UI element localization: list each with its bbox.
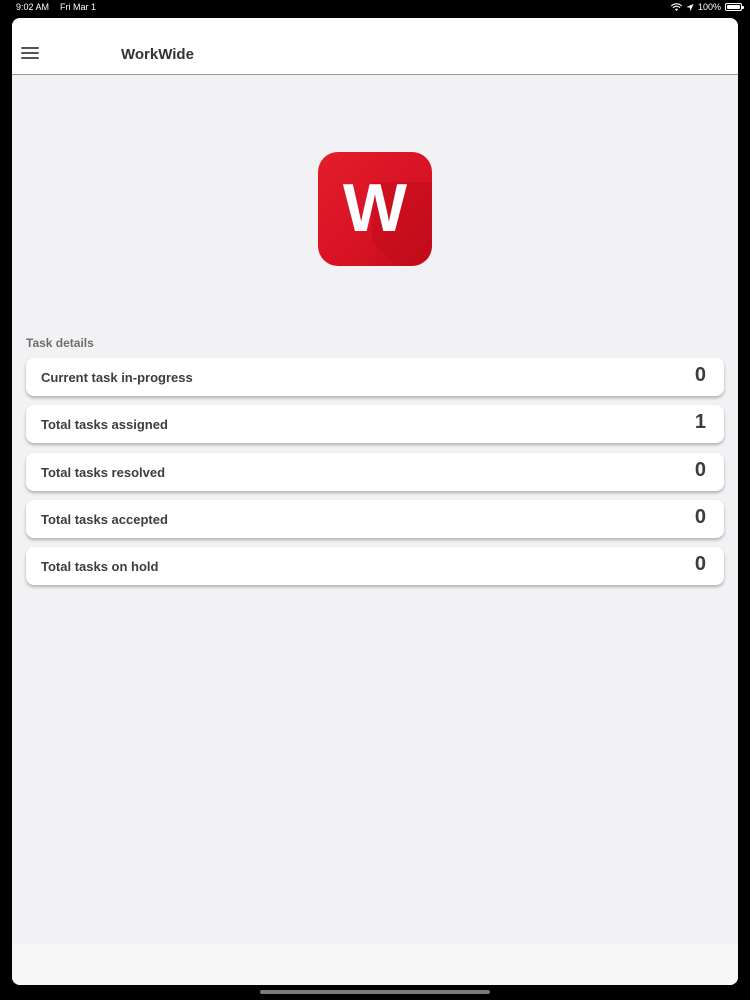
status-time: 9:02 AM <box>16 2 50 12</box>
task-label: Total tasks on hold <box>41 559 159 574</box>
task-count: 0 <box>694 364 706 386</box>
home-indicator[interactable] <box>260 990 490 994</box>
task-label: Current task in-progress <box>41 370 193 385</box>
task-details-list: Current task in-progress 0 Total tasks a… <box>26 358 724 594</box>
wifi-icon <box>671 2 682 11</box>
location-icon <box>686 3 694 11</box>
app-title: WorkWide <box>121 46 194 63</box>
task-card-total-assigned[interactable]: Total tasks assigned 1 <box>26 405 724 444</box>
status-indicators: 100% <box>671 2 744 12</box>
section-label-task-details: Task details <box>26 336 94 350</box>
app-header: WorkWide <box>12 18 738 75</box>
task-count: 0 <box>694 553 706 575</box>
task-card-total-accepted[interactable]: Total tasks accepted 0 <box>26 499 724 538</box>
task-card-current-in-progress[interactable]: Current task in-progress 0 <box>26 358 724 396</box>
status-bar: 9:02 AM Fri Mar 1 100% <box>0 0 750 16</box>
status-date: Fri Mar 1 <box>60 2 96 12</box>
battery-icon <box>725 3 744 11</box>
task-label: Total tasks resolved <box>41 464 166 480</box>
task-label: Total tasks assigned <box>41 417 168 433</box>
menu-button[interactable] <box>18 44 42 62</box>
app-logo: W <box>318 152 432 266</box>
task-count: 0 <box>694 505 706 528</box>
task-count: 1 <box>694 411 706 434</box>
task-card-total-on-hold[interactable]: Total tasks on hold 0 <box>26 547 724 585</box>
logo-letter: W <box>342 170 408 246</box>
task-card-total-resolved[interactable]: Total tasks resolved 0 <box>26 452 724 491</box>
task-count: 0 <box>694 458 706 481</box>
menu-icon <box>21 47 39 59</box>
app-window: WorkWide W Task details Current task in-… <box>12 18 738 985</box>
bottom-bar <box>12 944 738 985</box>
battery-percentage: 100% <box>697 2 721 12</box>
task-label: Total tasks accepted <box>41 511 168 527</box>
